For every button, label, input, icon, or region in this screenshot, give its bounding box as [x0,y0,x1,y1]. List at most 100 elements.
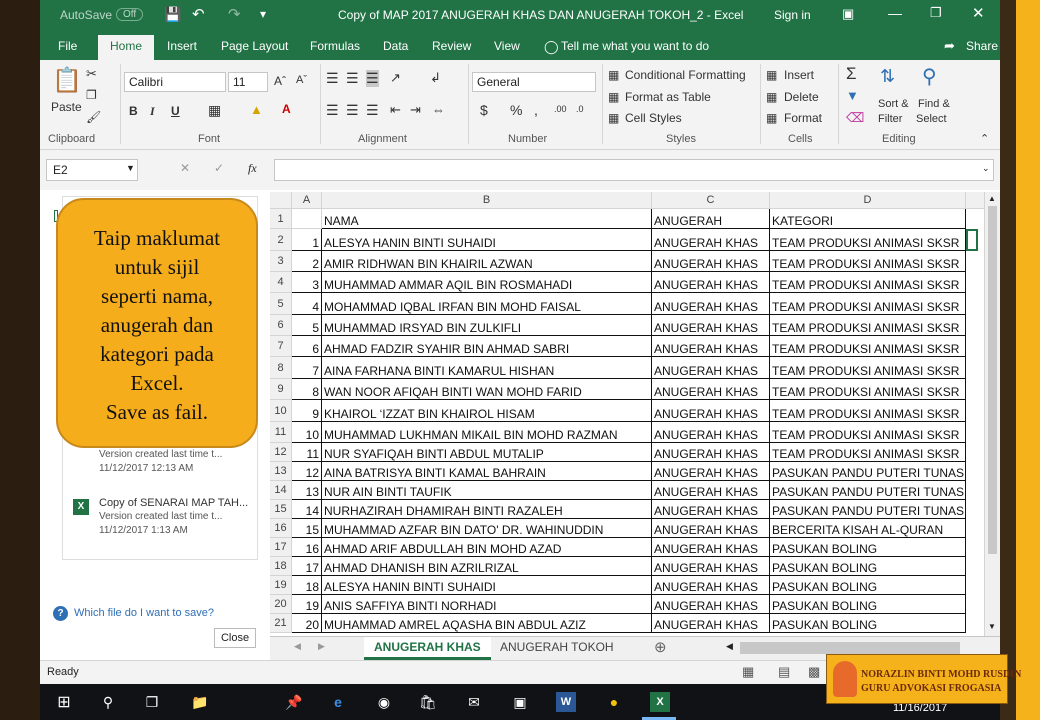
insert-function-icon[interactable]: fx [248,161,257,176]
align-left-icon[interactable]: ☰ [326,102,339,119]
mail-icon[interactable]: ✉ [464,692,484,712]
row-header[interactable]: 5 [270,293,292,315]
table-cell[interactable]: ANUGERAH KHAS [652,379,770,400]
table-cell[interactable]: ANUGERAH KHAS [652,614,770,633]
task-view-icon[interactable]: ❐ [142,692,162,712]
autosave-toggle[interactable]: Off [116,8,144,21]
font-color-icon[interactable]: A [282,102,291,116]
table-cell[interactable]: ANUGERAH KHAS [652,251,770,272]
table-cell[interactable]: ANUGERAH KHAS [652,462,770,481]
sort-filter-label-2[interactable]: Filter [878,113,902,125]
insert-cells-button[interactable]: Insert [784,68,814,82]
sheet-tab-anugerah-khas[interactable]: ANUGERAH KHAS [364,637,491,660]
expand-formula-icon[interactable]: ⌄ [982,163,990,174]
orientation-icon[interactable]: ↗ [390,70,401,86]
horizontal-scrollbar[interactable] [740,642,960,654]
number-format-select[interactable]: General [472,72,596,92]
decrease-font-icon[interactable]: Aˇ [296,74,307,86]
table-cell[interactable]: AHMAD FADZIR SYAHIR BIN AHMAD SABRI [322,336,652,357]
table-cell[interactable]: 10 [292,422,322,443]
table-cell[interactable]: ANUGERAH KHAS [652,443,770,462]
table-cell[interactable]: 6 [292,336,322,357]
page-break-view-icon[interactable]: ▩ [808,664,820,680]
table-cell[interactable]: 15 [292,519,322,538]
redo-icon[interactable]: ↷ [228,5,241,23]
tab-review[interactable]: Review [432,39,471,53]
file-name[interactable]: Copy of SENARAI MAP TAH... [99,497,248,509]
file-explorer-icon[interactable]: 📁 [190,692,210,712]
table-cell[interactable]: ANUGERAH KHAS [652,595,770,614]
store-icon[interactable]: 🛍 [418,692,438,712]
paste-label[interactable]: Paste [51,100,82,114]
table-cell[interactable]: MUHAMMAD IRSYAD BIN ZULKIFLI [322,315,652,336]
vertical-scrollbar[interactable]: ▲ ▼ [984,192,1000,636]
conditional-formatting-button[interactable]: Conditional Formatting [625,68,746,82]
format-as-table-button[interactable]: Format as Table [625,90,711,104]
table-cell[interactable]: ANUGERAH KHAS [652,336,770,357]
format-cells-icon[interactable]: ▦ [766,111,777,125]
scroll-up-icon[interactable]: ▲ [988,194,996,203]
search-icon[interactable]: ⚲ [98,692,118,712]
name-box[interactable]: E2 [46,159,138,181]
table-cell[interactable]: PASUKAN PANDU PUTERI TUNAS [770,481,966,500]
formula-input[interactable] [274,159,994,181]
table-cell[interactable]: TEAM PRODUKSI ANIMASI SKSR [770,379,966,400]
table-cell[interactable]: 2 [292,251,322,272]
hscroll-left-icon[interactable]: ◀ [726,641,733,652]
column-header[interactable]: A [292,192,322,209]
row-header[interactable]: 4 [270,272,292,293]
table-cell[interactable]: 5 [292,315,322,336]
tab-data[interactable]: Data [383,39,408,53]
table-cell[interactable]: PASUKAN BOLING [770,538,966,557]
bold-icon[interactable]: B [129,104,138,118]
table-cell[interactable]: ANUGERAH KHAS [652,229,770,251]
table-cell[interactable]: 8 [292,379,322,400]
table-cell[interactable]: ANIS SAFFIYA BINTI NORHADI [322,595,652,614]
row-header[interactable]: 16 [270,519,292,538]
row-header[interactable]: 12 [270,443,292,462]
column-header[interactable] [966,192,986,209]
paste-icon[interactable]: 📋 [52,66,82,95]
table-cell[interactable]: ANUGERAH KHAS [652,538,770,557]
enter-icon[interactable]: ✓ [214,161,224,175]
selected-cell[interactable] [966,229,978,251]
table-cell[interactable]: ANUGERAH KHAS [652,481,770,500]
increase-indent-icon[interactable]: ⇥ [410,102,421,118]
wrap-text-icon[interactable]: ↲ [430,70,441,86]
conditional-formatting-icon[interactable]: ▦ [608,68,619,82]
table-cell[interactable]: 13 [292,481,322,500]
row-header[interactable]: 2 [270,229,292,251]
autosum-icon[interactable]: Σ [846,64,857,84]
name-box-dropdown-icon[interactable]: ▼ [126,163,135,173]
help-link[interactable]: Which file do I want to save? [74,607,214,619]
row-header[interactable]: 8 [270,357,292,379]
tab-file[interactable]: File [58,39,77,53]
tab-formulas[interactable]: Formulas [310,39,360,53]
customize-qat-icon[interactable]: ▾ [260,7,266,21]
table-cell[interactable]: ANUGERAH KHAS [652,272,770,293]
table-cell[interactable]: TEAM PRODUKSI ANIMASI SKSR [770,293,966,315]
excel-taskbar-icon[interactable]: X [650,692,670,712]
column-header[interactable]: D [770,192,966,209]
edge-icon[interactable]: e [328,692,348,712]
row-header[interactable]: 7 [270,336,292,357]
table-cell[interactable]: 9 [292,400,322,422]
align-top-icon[interactable]: ☰ [326,70,339,87]
chrome-icon[interactable]: ● [604,692,624,712]
table-cell[interactable]: KHAIROL ‘IZZAT BIN KHAIROL HISAM [322,400,652,422]
normal-view-icon[interactable]: ▦ [742,664,754,680]
align-bottom-icon[interactable]: ☰ [366,70,379,87]
ribbon-display-icon[interactable]: ▣ [842,6,854,22]
table-cell[interactable] [292,209,322,229]
table-cell[interactable]: PASUKAN BOLING [770,557,966,576]
row-header[interactable]: 15 [270,500,292,519]
table-cell[interactable]: 14 [292,500,322,519]
table-cell[interactable]: ANUGERAH KHAS [652,315,770,336]
sheet-prev-icon[interactable]: ◀ [294,641,301,652]
sort-filter-label-1[interactable]: Sort & [878,98,909,110]
table-cell[interactable]: 16 [292,538,322,557]
scroll-down-icon[interactable]: ▼ [988,622,996,631]
table-cell[interactable]: 17 [292,557,322,576]
decrease-decimal-icon[interactable]: .0 [576,104,584,114]
comma-icon[interactable]: , [534,102,538,118]
